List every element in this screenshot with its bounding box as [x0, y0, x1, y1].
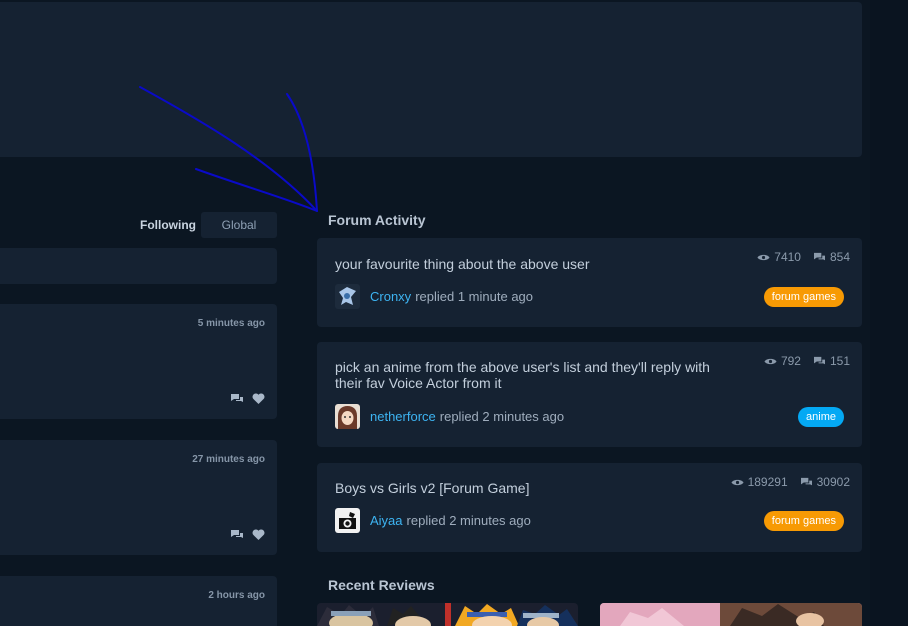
- annotation-arrows: [139, 86, 318, 212]
